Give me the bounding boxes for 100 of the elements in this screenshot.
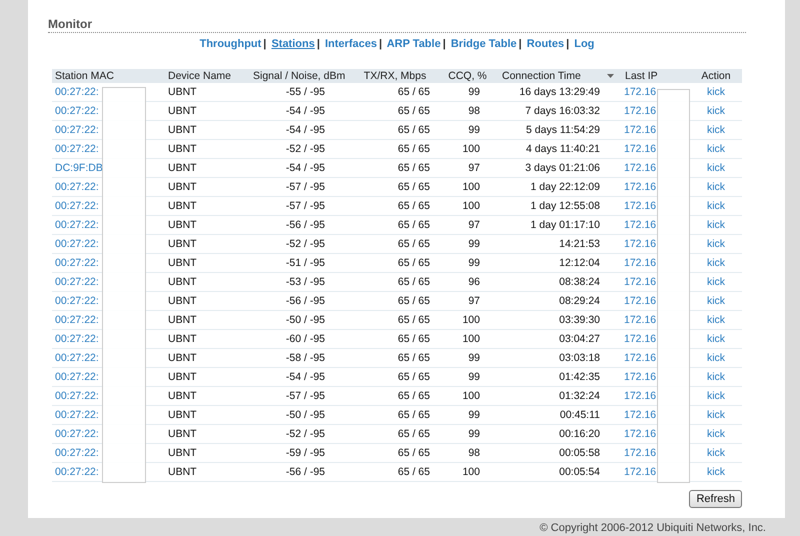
table-cell: UBNT bbox=[168, 314, 197, 326]
ip-link[interactable]: 172.16. bbox=[624, 238, 660, 250]
mac-link[interactable]: 00:27:22: bbox=[55, 447, 99, 459]
nav-link[interactable]: Routes bbox=[526, 38, 564, 50]
mac-link[interactable]: 00:27:22: bbox=[55, 466, 99, 478]
table-cell: -51 / -95 bbox=[286, 257, 325, 269]
table-cell: UBNT bbox=[168, 333, 197, 345]
mac-link[interactable]: 00:27:22: bbox=[55, 219, 99, 231]
ip-link[interactable]: 172.16. bbox=[624, 162, 660, 174]
kick-link[interactable]: kick bbox=[706, 276, 726, 288]
refresh-button[interactable]: Refresh bbox=[689, 490, 742, 508]
kick-link[interactable]: kick bbox=[706, 162, 726, 174]
mac-link[interactable]: 00:27:22: bbox=[55, 428, 99, 440]
kick-link[interactable]: kick bbox=[706, 428, 726, 440]
table-cell: 03:39:30 bbox=[559, 314, 600, 326]
nav-link[interactable]: ARP Table bbox=[386, 38, 441, 50]
table-cell: 65 / 65 bbox=[398, 238, 430, 250]
kick-link[interactable]: kick bbox=[706, 333, 726, 345]
table-cell: 65 / 65 bbox=[398, 181, 430, 193]
table-cell: 3 days 01:21:06 bbox=[525, 162, 600, 174]
ip-link[interactable]: 172.16. bbox=[624, 428, 660, 440]
table-cell: -60 / -95 bbox=[286, 333, 325, 345]
ip-link[interactable]: 172.16. bbox=[624, 86, 660, 98]
mac-link[interactable]: 00:27:22: bbox=[55, 105, 99, 117]
mac-link[interactable]: 00:27:22: bbox=[55, 276, 99, 288]
mac-link[interactable]: 00:27:22: bbox=[55, 409, 99, 421]
table-cell: 97 bbox=[468, 295, 480, 307]
kick-link[interactable]: kick bbox=[706, 371, 726, 383]
table-cell: UBNT bbox=[168, 105, 197, 117]
mac-link[interactable]: 00:27:22: bbox=[55, 124, 99, 136]
mac-link[interactable]: 00:27:22: bbox=[55, 257, 99, 269]
nav-link[interactable]: Throughput bbox=[200, 38, 262, 50]
ip-link[interactable]: 172.16. bbox=[624, 219, 660, 231]
kick-link[interactable]: kick bbox=[706, 466, 726, 478]
nav-link[interactable]: Bridge Table bbox=[450, 38, 517, 50]
ip-link[interactable]: 172.16. bbox=[624, 314, 660, 326]
table-cell: 99 bbox=[468, 409, 480, 421]
ip-link[interactable]: 172.16. bbox=[624, 409, 660, 421]
kick-link[interactable]: kick bbox=[706, 181, 726, 193]
ip-link[interactable]: 172.16. bbox=[624, 466, 660, 478]
mac-link[interactable]: 00:27:22: bbox=[55, 238, 99, 250]
table-cell: UBNT bbox=[168, 200, 197, 212]
table-cell: UBNT bbox=[168, 238, 197, 250]
mac-link[interactable]: 00:27:22: bbox=[55, 352, 99, 364]
kick-link[interactable]: kick bbox=[706, 295, 726, 307]
ip-link[interactable]: 172.16. bbox=[624, 371, 660, 383]
ip-link[interactable]: 172.16. bbox=[624, 200, 660, 212]
mac-link[interactable]: DC:9F:DB bbox=[55, 162, 103, 174]
nav-link[interactable]: Interfaces bbox=[324, 38, 377, 50]
mac-link[interactable]: 00:27:22: bbox=[55, 390, 99, 402]
kick-link[interactable]: kick bbox=[706, 390, 726, 402]
kick-link[interactable]: kick bbox=[706, 257, 726, 269]
table-cell: 08:29:24 bbox=[559, 295, 600, 307]
ip-link[interactable]: 172.16. bbox=[624, 295, 660, 307]
table-cell: -56 / -95 bbox=[286, 219, 325, 231]
mac-link[interactable]: 00:27:22: bbox=[55, 200, 99, 212]
kick-link[interactable]: kick bbox=[706, 447, 726, 459]
ip-link[interactable]: 172.16. bbox=[624, 447, 660, 459]
kick-link[interactable]: kick bbox=[706, 105, 726, 117]
mac-link[interactable]: 00:27:22: bbox=[55, 314, 99, 326]
table-cell: UBNT bbox=[168, 276, 197, 288]
mac-link[interactable]: 00:27:22: bbox=[55, 371, 99, 383]
mac-link[interactable]: 00:27:22: bbox=[55, 333, 99, 345]
table-cell: 65 / 65 bbox=[398, 143, 430, 155]
kick-link[interactable]: kick bbox=[706, 200, 726, 212]
kick-link[interactable]: kick bbox=[706, 314, 726, 326]
kick-link[interactable]: kick bbox=[706, 86, 726, 98]
ip-link[interactable]: 172.16. bbox=[624, 257, 660, 269]
kick-link[interactable]: kick bbox=[706, 219, 726, 231]
kick-link[interactable]: kick bbox=[706, 124, 726, 136]
ip-link[interactable]: 172.16. bbox=[624, 390, 660, 402]
nav-separator: | bbox=[518, 38, 522, 50]
table-cell: 97 bbox=[468, 219, 480, 231]
table-cell: -50 / -95 bbox=[286, 314, 325, 326]
mac-link[interactable]: 00:27:22: bbox=[55, 295, 99, 307]
ip-link[interactable]: 172.16. bbox=[624, 352, 660, 364]
ip-link[interactable]: 172.16. bbox=[624, 181, 660, 193]
ip-link[interactable]: 172.16. bbox=[624, 124, 660, 136]
kick-link[interactable]: kick bbox=[706, 238, 726, 250]
ip-link[interactable]: 172.16. bbox=[624, 276, 660, 288]
table-cell: 65 / 65 bbox=[398, 352, 430, 364]
kick-link[interactable]: kick bbox=[706, 409, 726, 421]
table-cell: 98 bbox=[468, 105, 480, 117]
ip-link[interactable]: 172.16. bbox=[624, 333, 660, 345]
table-cell: 100 bbox=[462, 181, 480, 193]
mac-link[interactable]: 00:27:22: bbox=[55, 181, 99, 193]
ip-link[interactable]: 172.16. bbox=[624, 105, 660, 117]
nav-link[interactable]: Stations bbox=[271, 38, 315, 50]
ip-link[interactable]: 172.16. bbox=[624, 143, 660, 155]
table-cell: 99 bbox=[468, 124, 480, 136]
mac-link[interactable]: 00:27:22: bbox=[55, 143, 99, 155]
kick-link[interactable]: kick bbox=[706, 143, 726, 155]
sort-icon[interactable] bbox=[607, 74, 614, 78]
table-cell: -54 / -95 bbox=[286, 162, 325, 174]
mac-link[interactable]: 00:27:22: bbox=[55, 86, 99, 98]
table-cell: 99 bbox=[468, 371, 480, 383]
table-cell: UBNT bbox=[168, 86, 197, 98]
nav-link[interactable]: Log bbox=[574, 38, 594, 50]
kick-link[interactable]: kick bbox=[706, 352, 726, 364]
table-cell: -50 / -95 bbox=[286, 409, 325, 421]
